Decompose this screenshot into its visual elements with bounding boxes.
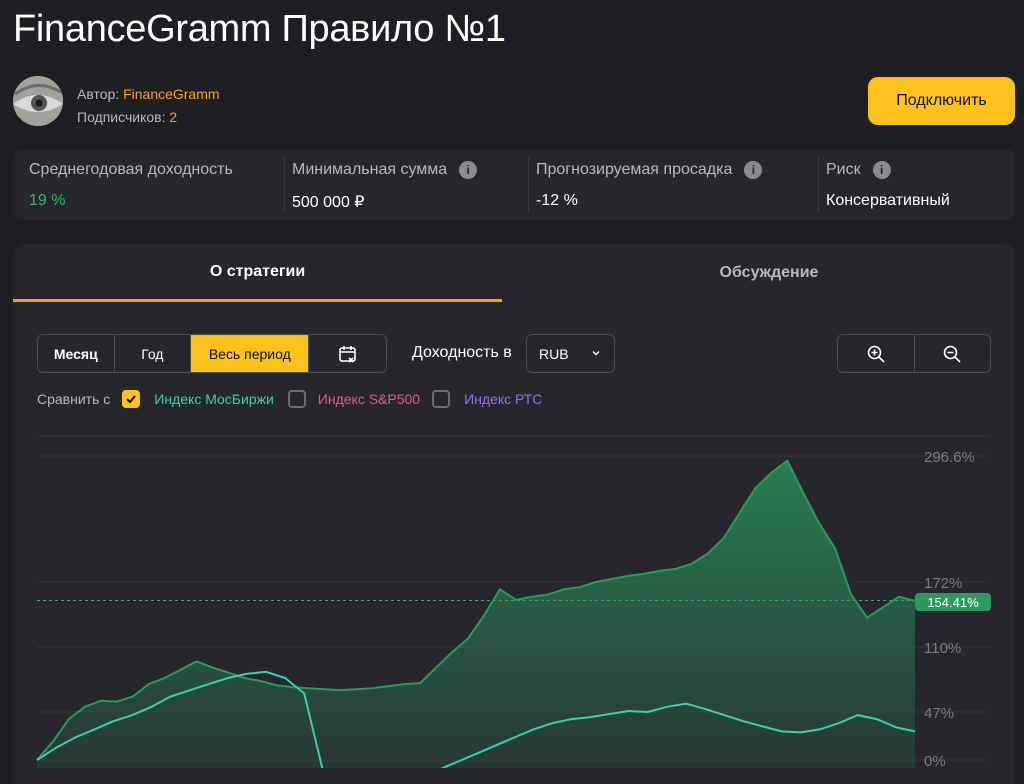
stat-label: Среднегодовая доходность xyxy=(29,161,233,178)
period-month-button[interactable]: Месяц xyxy=(38,335,115,372)
yield-label: Доходность в xyxy=(412,344,512,361)
compare-row: Сравнить с Индекс МосБиржи Индекс S&P500… xyxy=(37,390,542,408)
stat-label: Риск xyxy=(826,161,861,178)
zoom-in-icon xyxy=(867,345,885,363)
compare-sp500-label: Индекс S&P500 xyxy=(317,391,421,407)
author-info: Автор: FinanceGramm Подписчиков: 2 xyxy=(77,83,220,129)
currency-value: RUB xyxy=(539,345,569,362)
page-title: FinanceGramm Правило №1 xyxy=(13,8,506,50)
compare-label: Сравнить с xyxy=(37,391,111,407)
tab-about[interactable]: О стратегии xyxy=(13,244,502,302)
period-selector: Месяц Год Весь период xyxy=(37,334,387,373)
compare-sp500[interactable]: Индекс S&P500 xyxy=(287,390,421,408)
compare-moex[interactable]: Индекс МосБиржи xyxy=(122,390,274,408)
zoom-controls xyxy=(837,334,991,373)
compare-rts-label: Индекс РТС xyxy=(464,391,543,407)
checkbox-unchecked[interactable] xyxy=(287,390,306,408)
tab-discussion[interactable]: Обсуждение xyxy=(523,244,1015,302)
stat-label: Прогнозируемая просадка xyxy=(536,161,733,178)
connect-button[interactable]: Подключить xyxy=(868,77,1015,125)
checkbox-checked[interactable] xyxy=(122,390,141,408)
compare-rts[interactable]: Индекс РТС xyxy=(432,390,542,408)
chevron-down-icon xyxy=(592,350,600,356)
calendar-button[interactable] xyxy=(309,335,386,372)
stat-value: 19 % xyxy=(29,192,66,209)
stat-value: Консервативный xyxy=(826,192,950,209)
calendar-icon xyxy=(338,345,356,363)
subscribers-label: Подписчиков: xyxy=(77,109,166,125)
info-icon[interactable]: i xyxy=(872,161,891,179)
current-value-label: 154.41% xyxy=(915,593,991,611)
check-icon xyxy=(126,395,137,404)
checkbox-unchecked[interactable] xyxy=(432,390,451,408)
author-label: Автор: xyxy=(77,86,120,102)
zoom-in-button[interactable] xyxy=(838,335,915,372)
currency-select[interactable]: RUB xyxy=(526,334,615,373)
author-name-link[interactable]: FinanceGramm xyxy=(123,86,219,102)
stat-value: 500 000 ₽ xyxy=(292,194,365,211)
info-icon[interactable]: i xyxy=(459,161,478,179)
subscribers-count: 2 xyxy=(169,109,178,125)
author-avatar[interactable] xyxy=(13,76,63,126)
compare-moex-label: Индекс МосБиржи xyxy=(154,391,274,407)
strategy-panel: О стратегии Обсуждение Месяц Год Весь пе… xyxy=(13,244,1015,784)
period-year-button[interactable]: Год xyxy=(115,335,192,372)
stats-bar: Среднегодовая доходность 19 % Минимальна… xyxy=(13,149,1015,220)
stat-value: -12 % xyxy=(536,192,578,209)
info-icon[interactable]: i xyxy=(744,161,763,179)
period-all-button[interactable]: Весь период xyxy=(191,335,310,372)
zoom-out-icon xyxy=(943,345,961,363)
stat-label: Минимальная сумма xyxy=(292,161,448,178)
zoom-out-button[interactable] xyxy=(915,335,991,372)
